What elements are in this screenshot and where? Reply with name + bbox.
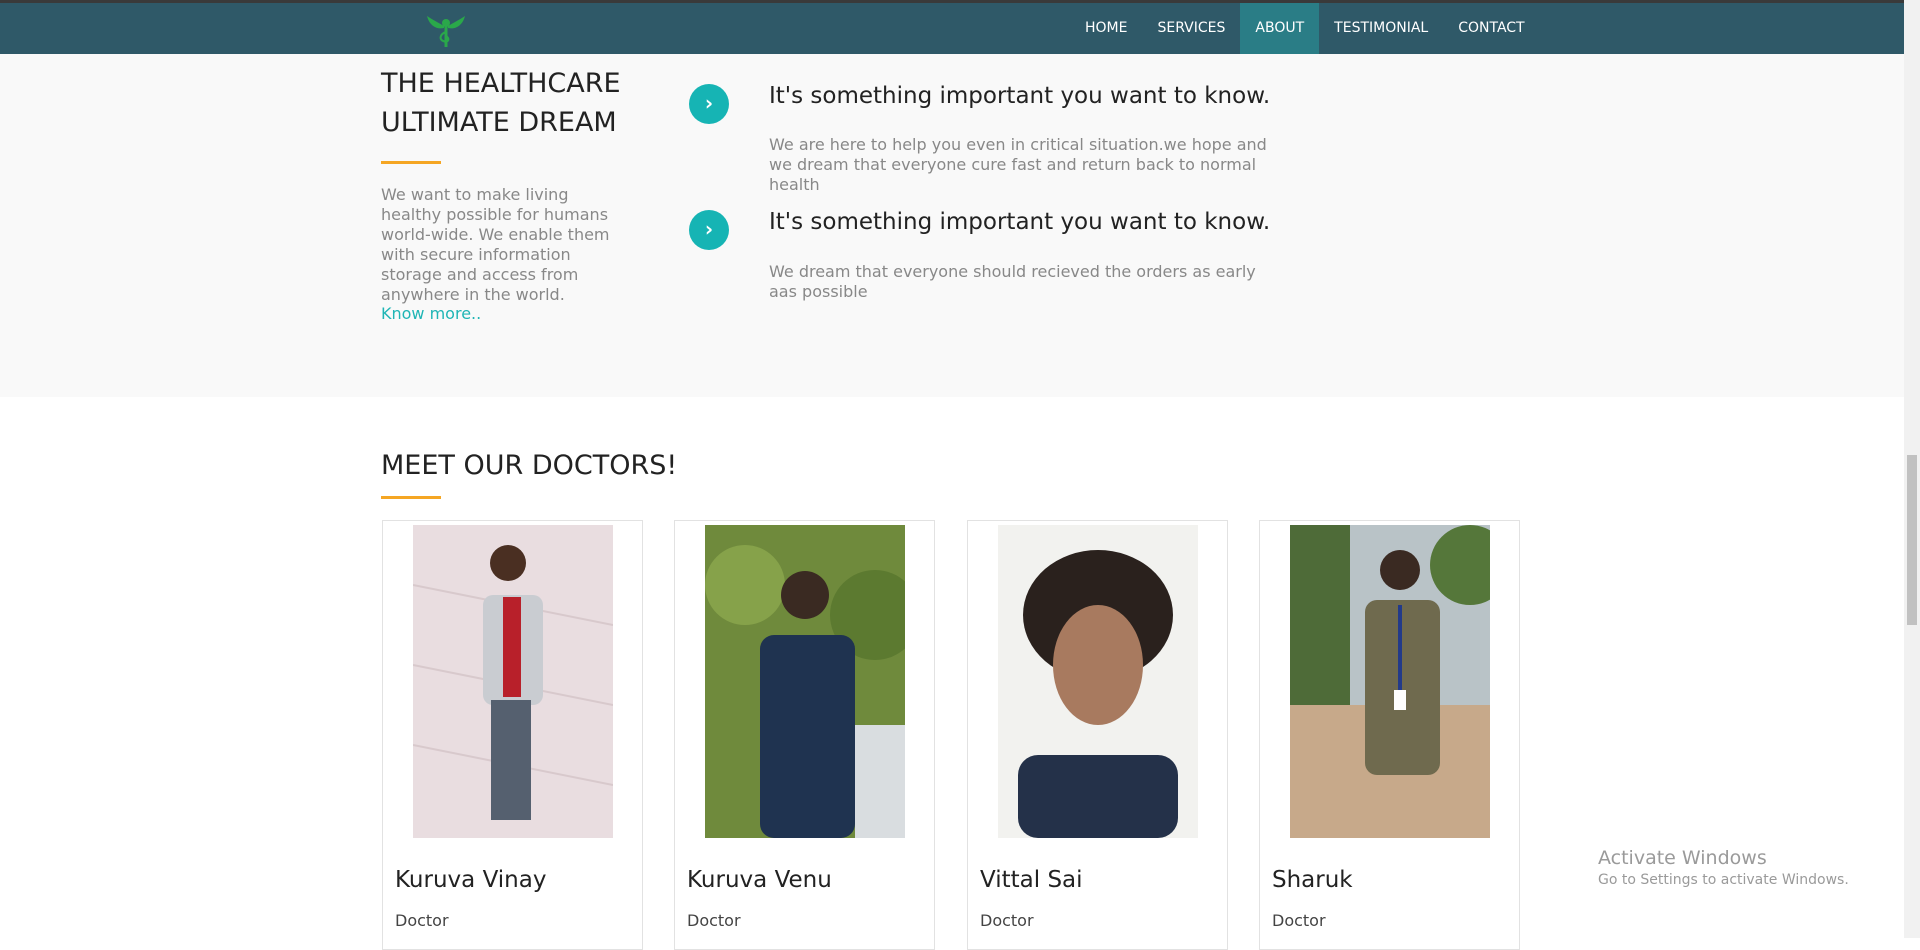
nav-menu: HOME SERVICES ABOUT TESTIMONIAL CONTACT bbox=[1070, 3, 1540, 54]
know-more-link[interactable]: Know more.. bbox=[381, 304, 481, 323]
doctor-role: Doctor bbox=[687, 911, 741, 930]
doctor-photo bbox=[998, 525, 1198, 838]
nav-about[interactable]: ABOUT bbox=[1240, 3, 1320, 54]
doctor-name: Kuruva Venu bbox=[687, 867, 832, 893]
doctor-name: Sharuk bbox=[1272, 867, 1353, 893]
feature-title: It's something important you want to kno… bbox=[769, 83, 1271, 109]
doctors-heading: MEET OUR DOCTORS! bbox=[381, 450, 678, 481]
watermark-title: Activate Windows bbox=[1598, 847, 1767, 869]
caduceus-leaf-logo[interactable] bbox=[423, 14, 469, 48]
feature-text: We are here to help you even in critical… bbox=[769, 135, 1267, 194]
about-heading: THE HEALTHCARE ULTIMATE DREAM bbox=[381, 68, 621, 138]
nav-services[interactable]: SERVICES bbox=[1142, 3, 1240, 54]
feature-title: It's something important you want to kno… bbox=[769, 209, 1271, 235]
watermark-subtitle: Go to Settings to activate Windows. bbox=[1598, 872, 1849, 888]
doctor-name: Kuruva Vinay bbox=[395, 867, 547, 893]
heading-underline bbox=[381, 496, 441, 499]
navbar: HOME SERVICES ABOUT TESTIMONIAL CONTACT bbox=[0, 3, 1904, 54]
nav-testimonial[interactable]: TESTIMONIAL bbox=[1319, 3, 1443, 54]
nav-contact[interactable]: CONTACT bbox=[1443, 3, 1539, 54]
nav-home[interactable]: HOME bbox=[1070, 3, 1142, 54]
doctor-role: Doctor bbox=[980, 911, 1034, 930]
about-section: THE HEALTHCARE ULTIMATE DREAM We want to… bbox=[0, 54, 1904, 397]
doctor-name: Vittal Sai bbox=[980, 867, 1083, 893]
doctor-photo bbox=[1290, 525, 1490, 838]
doctor-card[interactable]: Sharuk Doctor bbox=[1259, 520, 1520, 950]
chevron-right-icon[interactable]: › bbox=[689, 84, 729, 124]
heading-underline bbox=[381, 161, 441, 164]
doctor-card[interactable]: Vittal Sai Doctor bbox=[967, 520, 1228, 950]
about-description: We want to make living healthy possible … bbox=[381, 185, 610, 304]
doctor-role: Doctor bbox=[1272, 911, 1326, 930]
doctor-card[interactable]: Kuruva Vinay Doctor bbox=[382, 520, 643, 950]
feature-text: We dream that everyone should recieved t… bbox=[769, 262, 1256, 301]
vertical-scrollbar[interactable] bbox=[1904, 0, 1920, 938]
activate-windows-watermark: Activate Windows Go to Settings to activ… bbox=[1598, 846, 1849, 890]
chevron-right-icon[interactable]: › bbox=[689, 210, 729, 250]
doctor-card[interactable]: Kuruva Venu Doctor bbox=[674, 520, 935, 950]
doctor-photo bbox=[413, 525, 613, 838]
doctor-photo bbox=[705, 525, 905, 838]
scrollbar-thumb[interactable] bbox=[1907, 455, 1917, 625]
doctor-role: Doctor bbox=[395, 911, 449, 930]
